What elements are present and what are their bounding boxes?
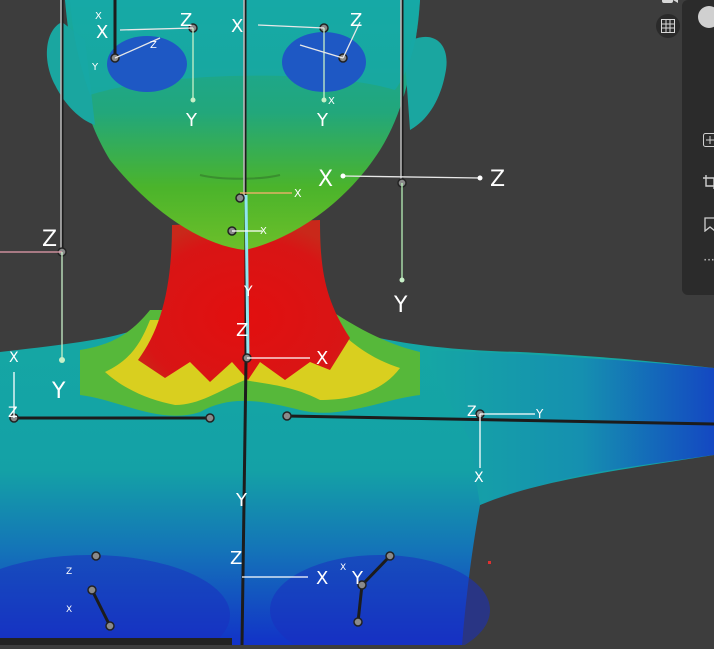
more-button[interactable]: ··· [698, 252, 714, 268]
label-x-right-eye: X [231, 16, 243, 37]
label-z-chest-left: Z [66, 567, 72, 577]
label-z-spine: Z [230, 548, 242, 569]
label-x-eye-right-small: X [328, 96, 335, 107]
side-tool-panel: ··· [682, 0, 714, 295]
label-x-neck: X [316, 348, 328, 369]
label-x-arm-right: X [474, 470, 484, 486]
bookmark-button[interactable] [700, 214, 714, 234]
plus-icon [703, 133, 714, 147]
label-x-eye-small: X [95, 11, 102, 22]
label-y-shoulder-left: Y [51, 379, 66, 404]
add-button[interactable] [700, 130, 714, 150]
label-y-left-eye: Y [185, 110, 198, 131]
label-z-neck: Z [236, 320, 248, 341]
label-z-clavicle-left: Z [8, 405, 18, 421]
label-z-head: Z [490, 167, 505, 192]
label-z-eye-small: Z [150, 40, 157, 51]
label-y-right-eye: Y [316, 110, 329, 131]
label-x-clavicle-left: X [9, 350, 19, 366]
grid-icon [661, 19, 675, 33]
crop-button[interactable] [700, 172, 714, 192]
grid-toggle-button[interactable] [656, 14, 680, 38]
label-z-arm-right: Z [467, 404, 477, 420]
label-y-spine: Y [235, 490, 248, 511]
label-y-head: Y [393, 293, 408, 318]
bottom-panel-edge [0, 638, 232, 645]
label-x-spine: X [316, 568, 328, 589]
label-z-right-eye: Z [350, 10, 362, 31]
label-y-neck: Y [243, 284, 253, 300]
label-z-left-eye: Z [180, 10, 192, 31]
camera-icon [662, 0, 678, 4]
label-z-shoulder-left: Z [42, 227, 57, 252]
label-y-chest-right: Y [351, 568, 364, 589]
more-icon: ··· [703, 253, 714, 267]
label-x-jaw: X [294, 187, 302, 200]
label-y-eye-small: Y [91, 62, 99, 73]
label-y-arm-right: Y [535, 407, 544, 421]
label-x-chest-left: X [66, 605, 72, 615]
red-marker [488, 561, 491, 564]
bookmark-icon [704, 217, 714, 232]
label-x-chin: X [260, 226, 267, 237]
crop-icon [703, 175, 714, 189]
label-x-left-eye: X [96, 22, 108, 43]
label-x-chest-right: X [340, 563, 346, 573]
label-x-head: X [318, 167, 333, 192]
3d-viewport[interactable]: X Z Y X Z Y X Z Y X X Z Y Y Z X X Z Z Y … [0, 0, 714, 645]
panel-top-button[interactable] [698, 6, 714, 28]
viewport-canvas[interactable]: X Z Y X Z Y X Z Y X X Z Y Y Z X X Z Z Y … [0, 0, 714, 645]
camera-button[interactable] [660, 0, 680, 6]
